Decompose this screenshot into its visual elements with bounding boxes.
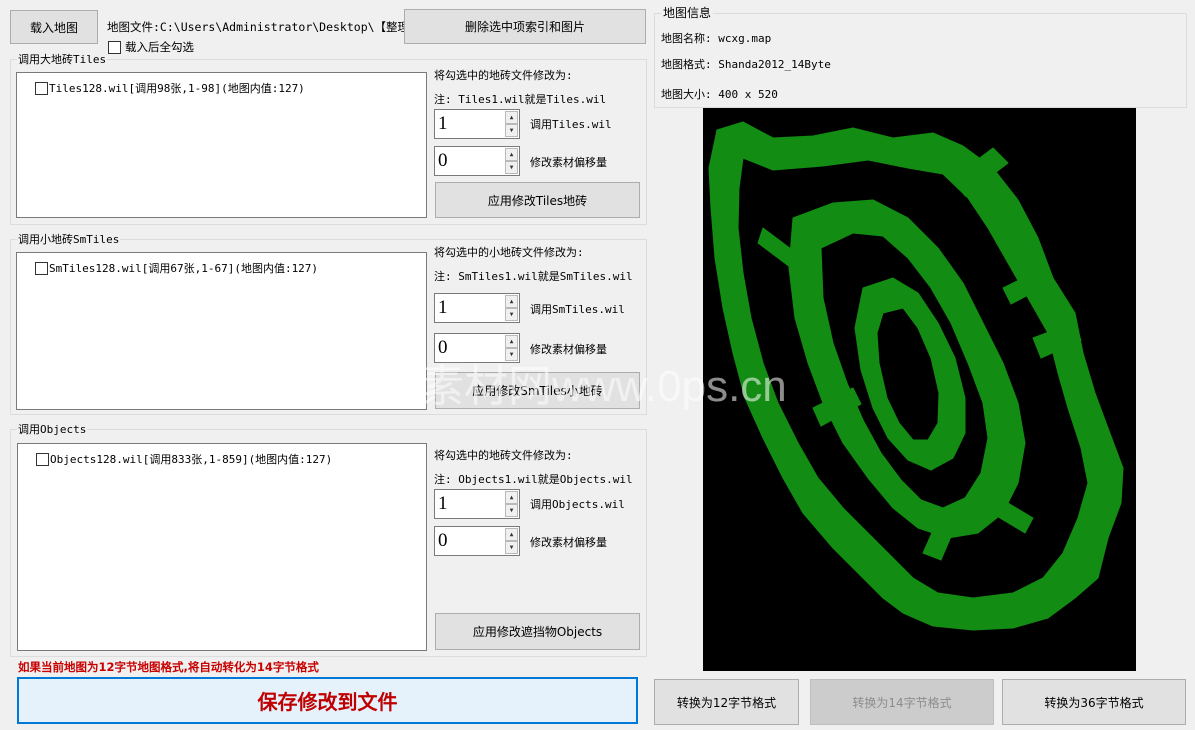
objects-index-value: 1 <box>438 493 448 514</box>
triangle-down-icon[interactable]: ▼ <box>505 348 518 361</box>
triangle-up-icon[interactable]: ▲ <box>505 111 518 124</box>
format-warning: 如果当前地图为12字节地图格式,将自动转化为14字节格式 <box>18 660 319 674</box>
smtiles-group-title: 调用小地砖SmTiles <box>17 233 121 246</box>
triangle-down-icon[interactable]: ▼ <box>505 161 518 174</box>
list-item[interactable]: Tiles128.wil[调用98张,1-98](地图内值:127) <box>35 80 305 96</box>
objects-list[interactable]: Objects128.wil[调用833张,1-859](地图内值:127) <box>17 443 427 651</box>
apply-smtiles-button[interactable]: 应用修改SmTiles小地砖 <box>435 372 640 409</box>
tiles-group-title: 调用大地砖Tiles <box>17 53 108 66</box>
convert-36byte-button[interactable]: 转换为36字节格式 <box>1002 679 1186 725</box>
triangle-down-icon[interactable]: ▼ <box>505 504 518 517</box>
objects-offset-label: 修改素材偏移量 <box>530 536 607 549</box>
checkbox-icon[interactable] <box>35 81 48 95</box>
tiles-list[interactable]: Tiles128.wil[调用98张,1-98](地图内值:127) <box>16 72 427 218</box>
tiles-index-value: 1 <box>438 113 448 134</box>
objects-index-label: 调用Objects.wil <box>530 498 625 511</box>
map-file-path: 地图文件:C:\Users\Administrator\Desktop\【整理7… <box>107 20 435 34</box>
tiles-offset-label: 修改素材偏移量 <box>530 156 607 169</box>
smtiles-offset-value: 0 <box>438 337 448 358</box>
tiles-offset-stepper[interactable]: 0 ▲ ▼ <box>434 146 520 176</box>
triangle-up-icon[interactable]: ▲ <box>505 335 518 348</box>
tiles-index-label: 调用Tiles.wil <box>530 118 612 131</box>
smtiles-note: 注: SmTiles1.wil就是SmTiles.wil <box>434 270 633 283</box>
smtiles-offset-stepper[interactable]: 0 ▲ ▼ <box>434 333 520 363</box>
delete-selected-button[interactable]: 删除选中项索引和图片 <box>404 9 646 44</box>
objects-note: 注: Objects1.wil就是Objects.wil <box>434 473 633 486</box>
list-item[interactable]: Objects128.wil[调用833张,1-859](地图内值:127) <box>36 451 332 467</box>
list-item-label: Objects128.wil[调用833张,1-859](地图内值:127) <box>50 453 333 466</box>
apply-objects-button[interactable]: 应用修改遮挡物Objects <box>435 613 640 650</box>
checkbox-icon[interactable] <box>35 261 48 275</box>
select-all-after-load-checkbox[interactable]: 载入后全勾选 <box>108 39 194 55</box>
load-map-button[interactable]: 载入地图 <box>10 10 98 44</box>
triangle-down-icon[interactable]: ▼ <box>505 124 518 137</box>
smtiles-index-value: 1 <box>438 297 448 318</box>
tiles-offset-value: 0 <box>438 150 448 171</box>
list-item-label: SmTiles128.wil[调用67张,1-67](地图内值:127) <box>49 262 319 275</box>
tiles-change-to-label: 将勾选中的地砖文件修改为: <box>434 69 573 82</box>
checkbox-icon[interactable] <box>36 452 49 466</box>
checkbox-icon <box>108 40 121 54</box>
triangle-down-icon[interactable]: ▼ <box>505 308 518 321</box>
map-format: 地图格式: Shanda2012_14Byte <box>661 58 831 71</box>
triangle-up-icon[interactable]: ▲ <box>505 528 518 541</box>
apply-tiles-button[interactable]: 应用修改Tiles地砖 <box>435 182 640 218</box>
save-button[interactable]: 保存修改到文件 <box>17 677 638 724</box>
objects-offset-stepper[interactable]: 0 ▲ ▼ <box>434 526 520 556</box>
triangle-up-icon[interactable]: ▲ <box>505 295 518 308</box>
smtiles-index-stepper[interactable]: 1 ▲ ▼ <box>434 293 520 323</box>
objects-index-stepper[interactable]: 1 ▲ ▼ <box>434 489 520 519</box>
smtiles-change-to-label: 将勾选中的小地砖文件修改为: <box>434 246 584 259</box>
map-name: 地图名称: wcxg.map <box>661 32 772 45</box>
convert-12byte-button[interactable]: 转换为12字节格式 <box>654 679 799 725</box>
objects-change-to-label: 将勾选中的地砖文件修改为: <box>434 449 573 462</box>
objects-offset-value: 0 <box>438 530 448 551</box>
triangle-up-icon[interactable]: ▲ <box>505 491 518 504</box>
triangle-down-icon[interactable]: ▼ <box>505 541 518 554</box>
smtiles-index-label: 调用SmTiles.wil <box>530 303 625 316</box>
map-info-title: 地图信息 <box>661 6 714 20</box>
map-terrain-graphic <box>708 121 1124 631</box>
objects-group-title: 调用Objects <box>17 423 88 436</box>
map-size: 地图大小: 400 x 520 <box>661 88 778 101</box>
tiles-index-stepper[interactable]: 1 ▲ ▼ <box>434 109 520 139</box>
select-all-after-load-label: 载入后全勾选 <box>125 40 194 54</box>
smtiles-list[interactable]: SmTiles128.wil[调用67张,1-67](地图内值:127) <box>16 252 427 410</box>
triangle-up-icon[interactable]: ▲ <box>505 148 518 161</box>
convert-14byte-button[interactable]: 转换为14字节格式 <box>810 679 994 725</box>
list-item-label: Tiles128.wil[调用98张,1-98](地图内值:127) <box>49 82 305 95</box>
smtiles-offset-label: 修改素材偏移量 <box>530 343 607 356</box>
tiles-note: 注: Tiles1.wil就是Tiles.wil <box>434 93 607 106</box>
map-preview[interactable] <box>703 108 1136 671</box>
list-item[interactable]: SmTiles128.wil[调用67张,1-67](地图内值:127) <box>35 260 318 276</box>
